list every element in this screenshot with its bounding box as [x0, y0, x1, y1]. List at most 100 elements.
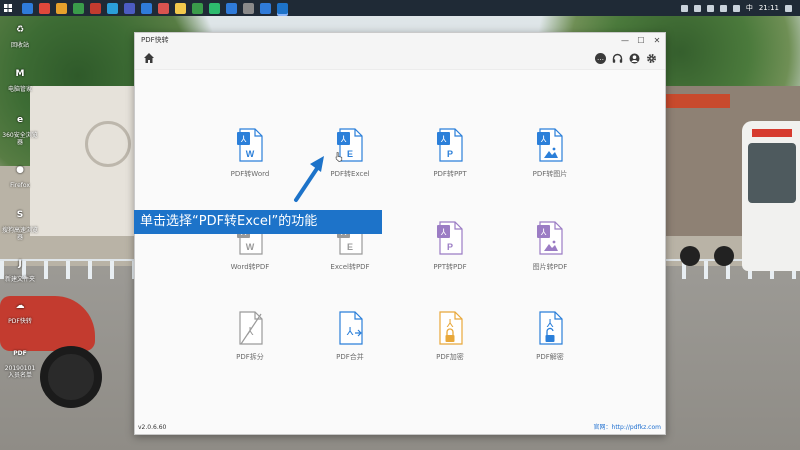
- tile-badge-text: W: [246, 242, 255, 252]
- svg-text:⅄: ⅄: [440, 228, 447, 238]
- version-label: v2.0.6.60: [138, 424, 167, 431]
- taskbar-app-icon[interactable]: [277, 2, 288, 14]
- home-icon[interactable]: [143, 52, 155, 64]
- function-tile-label: PPT转PDF: [433, 263, 467, 271]
- tutorial-hint: 单击选择“PDF转Excel”的功能: [134, 210, 382, 234]
- wallpaper-bikes: [680, 206, 740, 266]
- wallpaper-building-left: [30, 86, 140, 236]
- sogou-browser-icon: S: [16, 209, 24, 220]
- pdf-split-icon: ⅄: [239, 311, 263, 345]
- notification-icon[interactable]: [785, 4, 792, 12]
- maximize-button[interactable]: ☐: [633, 33, 649, 47]
- desktop-shortcut-label: 20190101入员名单: [4, 365, 36, 379]
- desktop-shortcut[interactable]: ☁ PDF快转: [2, 296, 38, 325]
- taskbar-app-icon[interactable]: [141, 2, 152, 14]
- tile-badge-text: P: [447, 242, 453, 252]
- windows-logo-icon: [4, 4, 12, 12]
- recycle-bin-icon: ♻: [15, 24, 25, 35]
- taskbar-app-icon[interactable]: [158, 2, 169, 14]
- function-tile[interactable]: ⅄ PDF合并: [300, 311, 400, 362]
- function-tile-label: PDF拆分: [236, 353, 264, 361]
- firefox-icon: ●: [16, 164, 24, 175]
- close-button[interactable]: ✕: [649, 33, 665, 47]
- taskbar-app-icon[interactable]: [192, 2, 203, 14]
- taskbar-app-icon[interactable]: [73, 2, 84, 14]
- function-tile[interactable]: ⅄ PDF加密: [400, 311, 500, 362]
- desktop-shortcut[interactable]: ♻ 回收站: [2, 20, 38, 49]
- pdf-to-ppt-icon: ⅄P: [437, 128, 463, 162]
- ppt-to-pdf-icon: ⅄P: [437, 221, 463, 255]
- desktop-shortcut[interactable]: PDF 20190101入员名单: [2, 343, 38, 380]
- function-tile-label: PDF转PPT: [433, 170, 467, 178]
- svg-text:⅄: ⅄: [347, 325, 354, 338]
- chat-icon[interactable]: …: [595, 52, 606, 64]
- function-tile-label: PDF解密: [536, 353, 564, 361]
- taskbar-apps: [22, 2, 288, 14]
- desktop-shortcut-label: 360安全浏览器: [2, 132, 38, 146]
- tutorial-arrow-icon: [294, 156, 324, 202]
- pdf-to-image-icon: ⅄: [537, 128, 563, 162]
- function-tile[interactable]: ⅄ P PPT转PDF: [400, 221, 500, 272]
- tray-cloud-icon[interactable]: [693, 4, 701, 12]
- ime-indicator[interactable]: 中: [746, 3, 753, 13]
- pdf-to-word-icon: ⅄W: [237, 128, 263, 162]
- desktop-shortcut[interactable]: J 新建文件夹: [2, 254, 38, 283]
- headset-icon[interactable]: [612, 53, 623, 64]
- function-tile-label: PDF转Word: [230, 170, 270, 178]
- taskbar-app-icon[interactable]: [107, 2, 118, 14]
- tray-chevron-icon[interactable]: [680, 4, 688, 12]
- function-tile-label: PDF加密: [436, 353, 464, 361]
- taskbar-app-icon[interactable]: [56, 2, 67, 14]
- taskbar-app-icon[interactable]: [39, 2, 50, 14]
- function-tile-label: Word转PDF: [230, 263, 270, 271]
- desktop-shortcut[interactable]: M 电脑管家: [2, 64, 38, 93]
- pdf-file-icon: PDF: [13, 349, 27, 357]
- taskbar-app-icon[interactable]: [90, 2, 101, 14]
- function-tile[interactable]: ⅄ 图片转PDF: [500, 221, 600, 272]
- taskbar-app-icon[interactable]: [209, 2, 220, 14]
- pdf-decrypt-icon: ⅄: [539, 311, 563, 345]
- desktop-shortcut-label: 新建文件夹: [4, 276, 35, 283]
- taskbar-app-icon[interactable]: [243, 2, 254, 14]
- window-titlebar[interactable]: PDF快转 — ☐ ✕: [135, 33, 665, 47]
- gear-icon[interactable]: [646, 53, 657, 64]
- taskbar-app-icon[interactable]: [226, 2, 237, 14]
- app-toolbar: …: [135, 47, 665, 70]
- taskbar-app-icon[interactable]: [175, 2, 186, 14]
- hand-cursor-icon: [335, 152, 343, 162]
- svg-text:⅄: ⅄: [240, 135, 247, 145]
- desktop-shortcut-label: PDF快转: [8, 318, 32, 325]
- function-tile-label: 图片转PDF: [532, 263, 568, 271]
- function-tile[interactable]: ⅄ PDF解密: [500, 311, 600, 362]
- function-tile[interactable]: ⅄ P PDF转PPT: [400, 128, 500, 179]
- user-icon[interactable]: [629, 53, 640, 64]
- system-tray: 中 21:11: [680, 3, 800, 13]
- taskbar-app-icon[interactable]: [260, 2, 271, 14]
- tray-volume-icon[interactable]: [732, 4, 740, 12]
- function-tile-label: Excel转PDF: [330, 263, 370, 271]
- desktop-shortcut[interactable]: e 360安全浏览器: [2, 110, 38, 146]
- desktop-shortcut-label: 搜狗高速浏览器: [2, 227, 39, 241]
- minimize-button[interactable]: —: [617, 33, 633, 47]
- function-tile[interactable]: ⅄ PDF转图片: [500, 128, 600, 179]
- function-tile[interactable]: ⅄ W PDF转Word: [200, 128, 300, 179]
- window-title: PDF快转: [141, 36, 169, 44]
- website-link[interactable]: 官网：http://pdfkz.com: [594, 422, 661, 431]
- taskbar-app-icon[interactable]: [124, 2, 135, 14]
- svg-text:⅄: ⅄: [540, 135, 547, 145]
- desktop-shortcut-label: 回收站: [10, 42, 29, 49]
- tray-network-icon[interactable]: [719, 4, 727, 12]
- desktop-shortcut[interactable]: ● Firefox: [2, 160, 38, 189]
- desktop-shortcut-label: 电脑管家: [7, 86, 32, 93]
- desktop-shortcut[interactable]: S 搜狗高速浏览器: [2, 205, 38, 241]
- taskbar-app-icon[interactable]: [22, 2, 33, 14]
- start-button[interactable]: [0, 0, 16, 16]
- tile-badge-text: E: [347, 242, 353, 252]
- taskbar-clock[interactable]: 21:11: [759, 4, 779, 12]
- function-tile[interactable]: ⅄ PDF拆分: [200, 311, 300, 362]
- image-to-pdf-icon: ⅄: [537, 221, 563, 255]
- browser-360-icon: e: [16, 114, 24, 125]
- function-tile-label: PDF合并: [336, 353, 364, 361]
- tray-battery-icon[interactable]: [706, 4, 714, 12]
- pdf-merge-icon: ⅄: [339, 311, 363, 345]
